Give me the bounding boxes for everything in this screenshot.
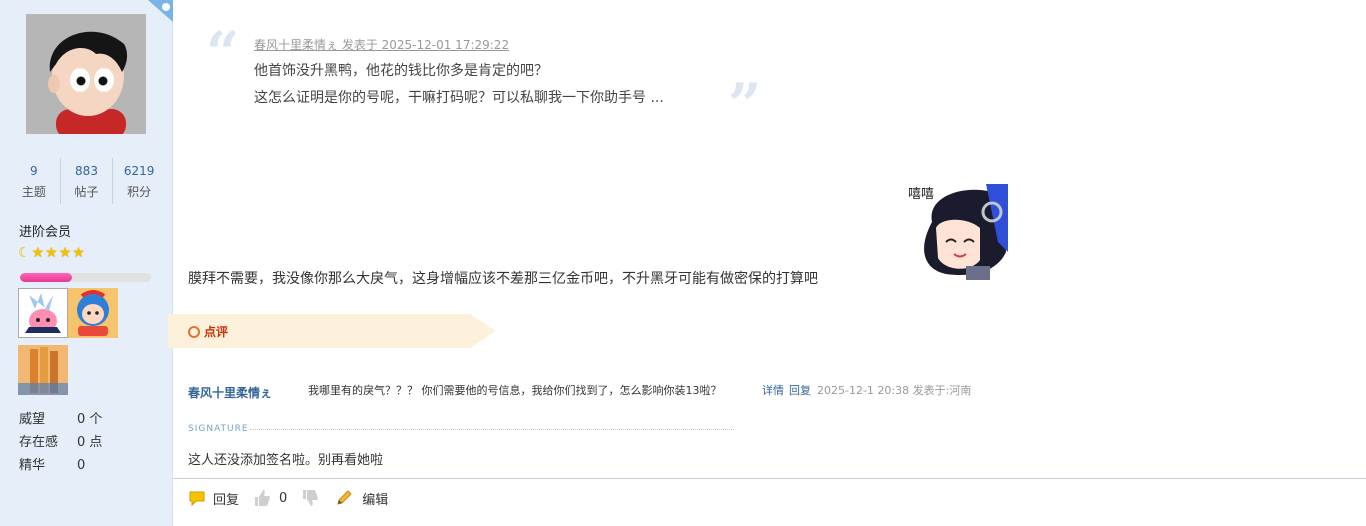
quote-line-2: 这怎么证明是你的号呢，干嘛打码呢？可以私聊我一下你助手号 ... (254, 90, 664, 106)
meta-presence-key: 存在感 (19, 435, 59, 450)
comment-timestamp: 2025-12-1 20:38 发表于:河南 (817, 384, 972, 397)
reply-button-label: 回复 (213, 492, 240, 508)
corner-badge-icon (148, 0, 173, 22)
reply-button[interactable]: 回复 (188, 489, 239, 508)
signature-label: SIGNATURE (188, 424, 249, 434)
rank-progress-fill (20, 273, 73, 282)
quote-open-icon: “ (206, 19, 240, 87)
meta-essence-value: 0 (77, 458, 86, 473)
edit-button[interactable]: 编辑 (335, 489, 388, 508)
comment-reply-link[interactable]: 回复 (789, 382, 811, 398)
star-icon: ★ (45, 245, 58, 261)
chat-bubble-icon (189, 491, 205, 507)
comment-username[interactable]: 春风十里柔情ぇ (188, 384, 272, 401)
comment-detail-link[interactable]: 详情 (762, 382, 784, 398)
user-avatar[interactable] (26, 14, 146, 134)
meta-essence: 精华 0 (19, 454, 85, 473)
post-body-text: 膜拜不需要，我没像你那么大戾气，这身增幅应该不差那三亿金币吧，不升黑牙可能有做密… (188, 271, 818, 287)
user-sidebar: 9 主题 883 帖子 6219 积分 进阶会员 ☾ ★ ★ ★ ★ 威望 0 … (0, 0, 173, 526)
meta-prestige-key: 威望 (19, 412, 46, 427)
quote-line-1: 他首饰没升黑鸭，他花的钱比你多是肯定的吧？ (254, 63, 548, 79)
pencil-icon (337, 490, 353, 505)
stat-points[interactable]: 6219 积分 (113, 158, 165, 204)
like-count: 0 (279, 490, 288, 506)
quote-header-link[interactable]: 春风十里柔情ぇ 发表于 2025-12-01 17:29:22 (254, 36, 509, 53)
rank-progress-bar (20, 273, 151, 282)
stat-topics[interactable]: 9 主题 (8, 158, 61, 204)
dislike-button[interactable] (301, 489, 319, 507)
user-stats: 9 主题 883 帖子 6219 积分 (8, 158, 165, 204)
stat-points-value[interactable]: 6219 (113, 160, 165, 182)
rank-stars: ☾ ★ ★ ★ ★ (18, 245, 85, 261)
star-icon: ★ (58, 245, 72, 261)
edit-button-label: 编辑 (362, 492, 389, 508)
quote-close-icon: ” (728, 71, 762, 139)
stat-points-label: 积分 (127, 185, 152, 199)
like-button[interactable]: 0 (253, 489, 287, 507)
stat-posts-label: 帖子 (74, 185, 99, 199)
meta-presence-value: 0 点 (77, 435, 103, 450)
action-divider (173, 478, 1366, 479)
post-actions: 回复 0 编辑 (188, 487, 388, 509)
user-rank[interactable]: 进阶会员 (19, 221, 71, 240)
thumbs-up-icon (255, 490, 270, 506)
anime-sticker: 嘻嘻 (906, 182, 1008, 282)
meta-prestige-value: 0 个 (77, 412, 103, 427)
stat-topics-value[interactable]: 9 (8, 160, 60, 182)
star-icon: ★ (72, 245, 85, 261)
circle-icon (188, 326, 200, 338)
star-icon: ★ (31, 245, 45, 261)
comment-text: 我哪里有的戾气？？？ 你们需要他的号信息，我给你们找到了，怎么影响你装13啦？ (308, 384, 722, 397)
signature-text: 这人还没添加签名啦。别再看她啦 (188, 453, 384, 468)
comment-section-label: 点评 (204, 325, 229, 339)
stat-posts[interactable]: 883 帖子 (61, 158, 114, 204)
stat-posts-value[interactable]: 883 (61, 160, 113, 182)
meta-essence-key: 精华 (19, 458, 46, 473)
thumbs-down-icon (303, 490, 319, 506)
signature-divider (250, 429, 734, 430)
medal-badge[interactable] (18, 345, 68, 395)
comment-section-header: 点评 (168, 314, 498, 348)
meta-presence: 存在感 0 点 (19, 431, 102, 450)
meta-prestige: 威望 0 个 (19, 408, 102, 427)
sticker-text: 嘻嘻 (908, 187, 934, 202)
medal-badge[interactable] (68, 288, 118, 338)
stat-topics-label: 主题 (21, 185, 46, 199)
moon-icon: ☾ (18, 245, 31, 261)
medal-badge[interactable] (18, 288, 68, 338)
